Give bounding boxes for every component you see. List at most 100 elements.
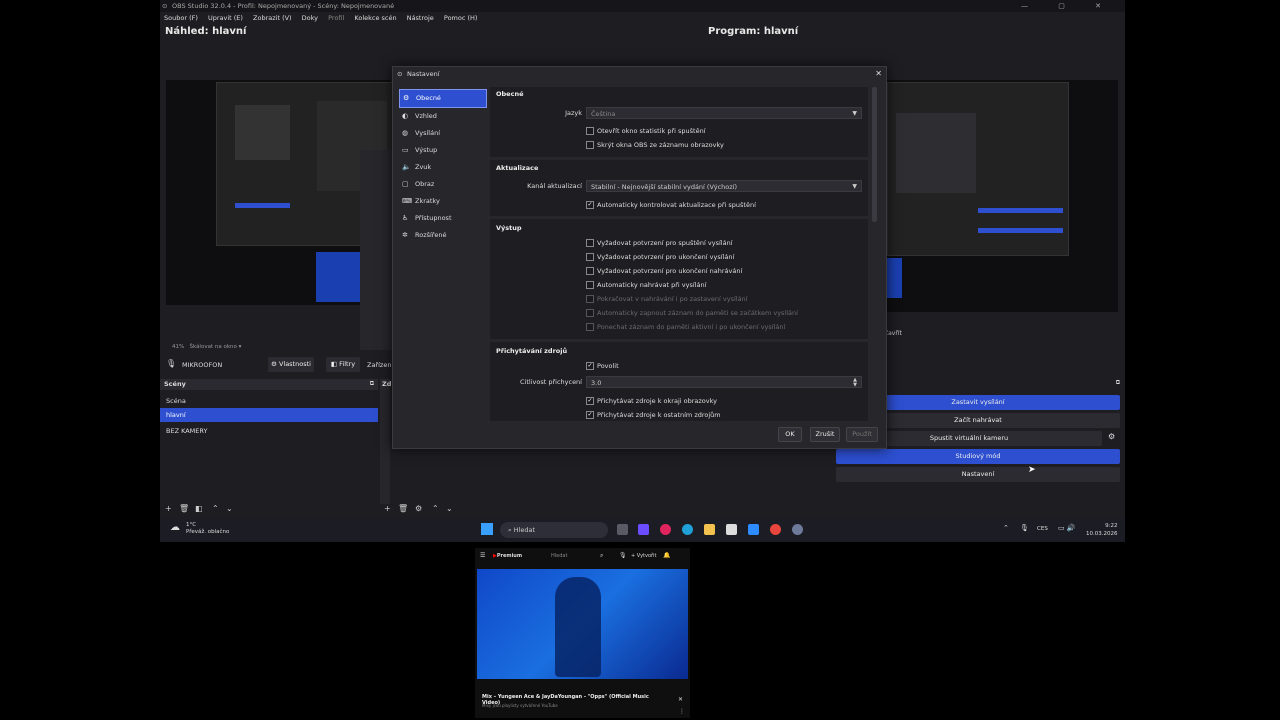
mic-icon[interactable]: 🎙 [619, 552, 627, 559]
virtual-camera-settings-icon[interactable]: ⚙ [1108, 432, 1115, 441]
nav-appearance[interactable]: ◐ Vzhled [399, 108, 487, 125]
nav-stream[interactable]: ◍ Vysílání [399, 125, 487, 142]
arrow-down-icon[interactable]: ⌄ [226, 504, 233, 513]
edge-icon[interactable] [682, 524, 693, 535]
taskbar-search[interactable]: ⌕ Hledat [500, 522, 608, 538]
add-icon[interactable]: + [165, 504, 172, 513]
devices-button[interactable]: Zařízení [367, 361, 393, 369]
auto-record-checkbox[interactable]: Automaticky nahrávat při vysílání [586, 280, 706, 290]
scenes-header: Scény [160, 379, 378, 390]
remove-source-icon[interactable]: 🗑 [398, 504, 408, 513]
controls-float-icon[interactable]: ⧉ [1116, 379, 1120, 387]
ok-button[interactable]: OK [778, 427, 802, 442]
nav-accessibility[interactable]: ♿ Přístupnost [399, 210, 487, 227]
youtube-logo[interactable]: ▶Premium [493, 553, 522, 559]
menu-profile[interactable]: Profil [328, 12, 344, 25]
settings-dialog: ⊙ Nastavení ✕ ⚙ Obecné ◐ Vzhled ◍ Vysílání … [392, 66, 887, 449]
nav-output[interactable]: ▭ Výstup [399, 142, 487, 159]
apply-button[interactable]: Použít [846, 427, 878, 442]
confirm-stop-recording-checkbox[interactable]: Vyžadovat potvrzení pro ukončení nahrává… [586, 266, 742, 276]
general-header: Obecné [496, 90, 524, 98]
app-icon[interactable] [660, 524, 671, 535]
settings-button[interactable]: Nastavení [836, 467, 1120, 482]
trash-icon[interactable]: 🗑 [179, 504, 189, 513]
auto-update-checkbox[interactable]: ✓ Automaticky kontrolovat aktualizace při… [586, 200, 756, 210]
chrome-icon[interactable] [770, 524, 781, 535]
search-icon[interactable]: ⌕ [600, 552, 603, 560]
clock[interactable]: 9:22 10.03.2026 [1086, 522, 1118, 538]
tray-chevron-icon[interactable]: ⌃ [1003, 524, 1009, 532]
photos-icon[interactable] [748, 524, 759, 535]
nav-general[interactable]: ⚙ Obecné [399, 89, 487, 108]
source-down-icon[interactable]: ⌄ [446, 504, 453, 513]
language-indicator[interactable]: CES [1037, 526, 1048, 532]
menu-docks[interactable]: Doky [302, 12, 318, 25]
arrow-up-icon[interactable]: ⌃ [212, 504, 219, 513]
language-select[interactable]: Čeština ▼ [586, 107, 862, 119]
program-video-thumb [887, 258, 902, 298]
cancel-button[interactable]: Zrušit [810, 427, 840, 442]
menu-view[interactable]: Zobrazit (V) [253, 12, 292, 25]
nav-advanced[interactable]: ✲ Rozšířené [399, 227, 487, 244]
menu-tools[interactable]: Nástroje [407, 12, 434, 25]
source-settings-icon[interactable]: ⚙ [415, 504, 422, 513]
menu-help[interactable]: Pomoc (H) [444, 12, 478, 25]
zoom-status: 41% Škálovat na okno ▾ [172, 344, 242, 350]
confirm-start-stream-checkbox[interactable]: Vyžadovat potvrzení pro spuštění vysílán… [586, 238, 733, 248]
menu-file[interactable]: Soubor (F) [164, 12, 198, 25]
keep-recording-checkbox: Pokračovat v nahrávání i po zastavení vy… [586, 294, 747, 304]
windows-start-icon[interactable] [481, 523, 493, 535]
gear-icon: ⚙ [403, 94, 410, 102]
create-button[interactable]: + Vytvořit [631, 553, 656, 559]
close-icon[interactable]: ✕ [875, 67, 882, 81]
network-icon[interactable]: ▭ 🔊 [1058, 524, 1076, 532]
explorer-icon[interactable] [704, 524, 715, 535]
more-icon[interactable]: ⋮ [679, 708, 685, 715]
open-stats-checkbox[interactable]: Otevřít okno statistik při spuštění [586, 126, 706, 136]
program-title: Program: hlavní [708, 26, 799, 37]
snap-edge-checkbox[interactable]: ✓ Přichytávat zdroje k okraji obrazovky [586, 396, 717, 406]
output-header: Výstup [496, 224, 522, 232]
hamburger-icon[interactable]: ☰ [480, 552, 485, 559]
nested-window [235, 105, 290, 160]
title-bar: ⊙ OBS Studio 32.0.4 - Profil: Nepojmenov… [160, 0, 1125, 12]
program-nested-screen [887, 82, 1069, 256]
nav-hotkeys[interactable]: ⌨ Zkratky [399, 193, 487, 210]
window-controls[interactable]: — ▢ ✕ [1021, 0, 1115, 12]
tray-mic-icon[interactable]: 🎙 [1020, 524, 1029, 532]
studio-mode-button[interactable]: Studiový mód [836, 449, 1120, 464]
task-view-icon[interactable] [617, 524, 628, 535]
menu-edit[interactable]: Upravit (E) [208, 12, 243, 25]
close-icon[interactable]: ✕ [678, 696, 683, 703]
scene-item[interactable]: BEZ KAMERY [160, 424, 378, 438]
hide-obs-checkbox[interactable]: Skrýt okna OBS ze záznamu obrazovky [586, 140, 724, 150]
dock-float-icon[interactable]: ⧉ [370, 380, 374, 388]
update-channel-select[interactable]: Stabilní - Nejnovější stabilní vydání (V… [586, 180, 862, 192]
video-frame[interactable] [477, 569, 688, 679]
scene-item-selected[interactable]: hlavní [160, 408, 378, 422]
youtube-search[interactable]: Hledat [551, 553, 567, 559]
snapping-enable-checkbox[interactable]: ✓ Povolit [586, 361, 619, 371]
spin-arrows-icon[interactable]: ▲ ▼ [853, 378, 857, 388]
nav-video[interactable]: ▢ Obraz [399, 176, 487, 193]
nav-audio[interactable]: 🔈 Zvuk [399, 159, 487, 176]
confirm-stop-stream-checkbox[interactable]: Vyžadovat potvrzení pro ukončení vysílán… [586, 252, 734, 262]
menu-scene-collection[interactable]: Kolekce scén [354, 12, 396, 25]
source-toolbar: 🎙 MIKROOFON ⚙ Vlastnosti ◧ Filtry Zaříze… [160, 356, 393, 374]
copilot-icon[interactable] [638, 524, 649, 535]
mouse-cursor-icon: ➤ [1028, 465, 1036, 475]
properties-button[interactable]: ⚙ Vlastnosti [268, 357, 314, 372]
filter-icon[interactable]: ◧ [195, 504, 203, 513]
snap-sources-checkbox[interactable]: ✓ Přichytávat zdroje k ostatním zdrojům [586, 410, 721, 420]
filters-button[interactable]: ◧ Filtry [326, 357, 360, 372]
bell-icon[interactable]: 🔔 [663, 552, 670, 559]
snap-sensitivity-spinbox[interactable]: 3.0 ▲ ▼ [586, 376, 862, 388]
scene-item[interactable]: Scéna [160, 394, 378, 408]
add-source-icon[interactable]: + [384, 504, 391, 513]
preview-canvas[interactable] [166, 80, 393, 305]
source-up-icon[interactable]: ⌃ [432, 504, 439, 513]
settings-scrollbar[interactable] [872, 87, 877, 222]
store-icon[interactable] [726, 524, 737, 535]
settings-app-icon[interactable] [792, 524, 803, 535]
weather-widget[interactable]: 1°C Převáž. oblačno [186, 522, 229, 536]
